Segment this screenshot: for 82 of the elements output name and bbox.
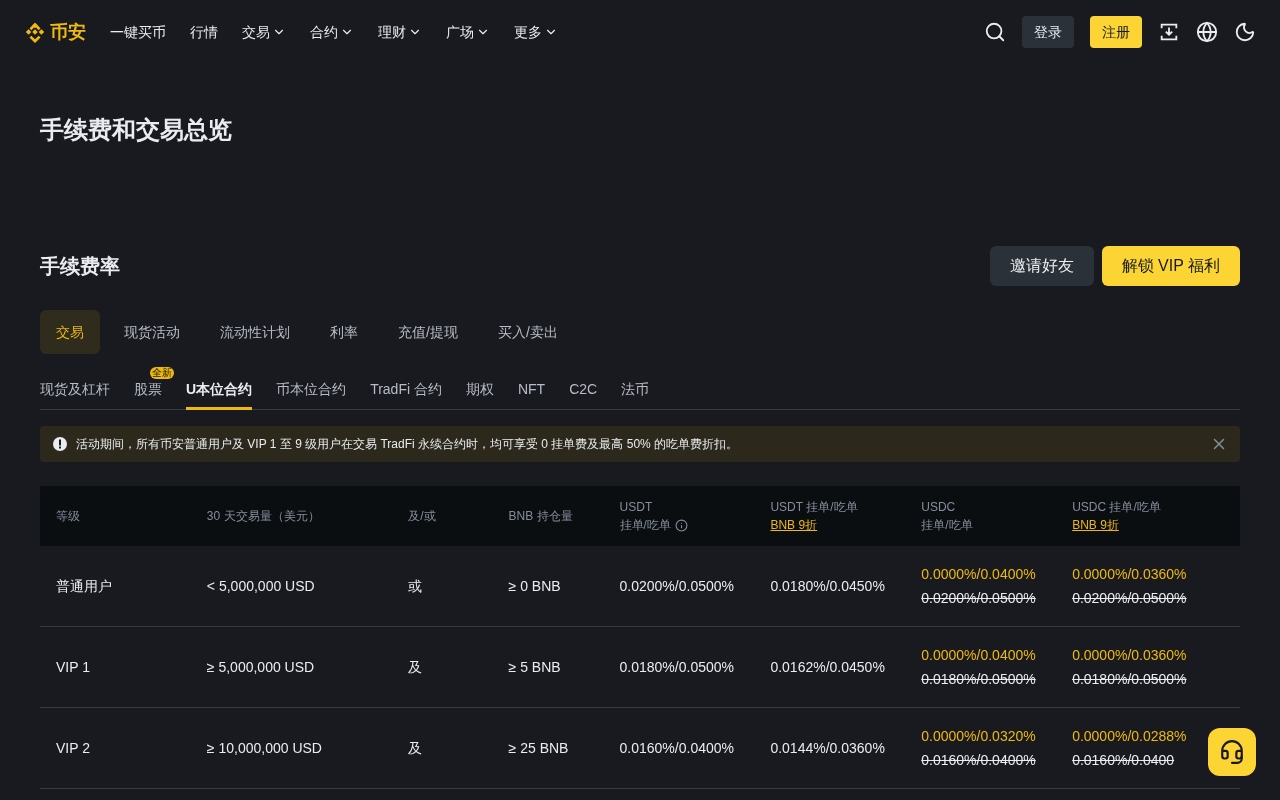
table-cell-text: 普通用户 — [56, 577, 113, 596]
table-cell-text: 0.0160%/0.0400% — [619, 739, 735, 758]
table-cell-text: 及 — [408, 658, 424, 677]
tab[interactable]: 现货活动 — [108, 310, 196, 354]
sub-tab[interactable]: 现货及杠杆 — [40, 379, 110, 410]
table-cell-text: 0.0162%/0.0450% — [770, 658, 886, 677]
discount-link[interactable]: BNB 9折 — [770, 517, 818, 533]
tab[interactable]: 利率 — [314, 310, 374, 354]
original-rate: 0.0200%/0.0500% — [921, 589, 1037, 608]
column-header: 等级 — [56, 508, 81, 524]
headset-icon — [1219, 739, 1245, 765]
sub-tab[interactable]: C2C — [569, 379, 598, 410]
info-icon[interactable] — [674, 518, 688, 532]
action-button[interactable]: 解锁 VIP 福利 — [1101, 246, 1240, 286]
table-cell-text: ≥ 25 BNB — [508, 739, 570, 758]
sub-tab[interactable]: NFT — [517, 379, 546, 410]
table-cell-text: 0.0200%/0.0500% — [619, 577, 735, 596]
alert-icon — [52, 436, 68, 452]
table-cell-text: 0.0180%/0.0450% — [770, 577, 886, 596]
sub-tab[interactable]: 股票 — [134, 379, 162, 410]
register-button[interactable]: 注册 — [1090, 16, 1142, 48]
column-header: 30 天交易量（美元） — [206, 508, 321, 524]
column-header: USDT — [619, 499, 654, 515]
sub-tab[interactable]: U本位合约 — [186, 379, 253, 410]
table-cell-text: 0.0180%/0.0500% — [619, 658, 735, 677]
table-cell-text: ≥ 10,000,000 USD — [206, 739, 323, 758]
discount-rate: 0.0000%/0.0360% — [1072, 565, 1188, 584]
discount-rate: 0.0000%/0.0288% — [1072, 727, 1188, 746]
original-rate: 0.0180%/0.0500% — [1072, 670, 1188, 689]
nav-link[interactable]: 行情 — [190, 22, 218, 42]
nav-link[interactable]: 广场 — [446, 22, 490, 42]
support-button[interactable] — [1208, 728, 1256, 776]
discount-link[interactable]: BNB 9折 — [1072, 517, 1119, 533]
nav-link[interactable]: 理财 — [378, 22, 422, 42]
nav-link[interactable]: 合约 — [310, 22, 354, 42]
alert-text: 活动期间，所有币安普通用户及 VIP 1 至 9 级用户在交易 TradFi 永续合约时，均可享受 0 挂单费及最高 50% 的吃单费折扣。 — [76, 436, 739, 452]
table-cell-text: 0.0144%/0.0360% — [770, 739, 886, 758]
table-cell-text: ≥ 5,000,000 USD — [206, 658, 316, 677]
section-title: 手续费率 — [40, 254, 120, 279]
column-subheader: 挂单/吃单 — [619, 517, 671, 533]
tab[interactable]: 充值/提现 — [382, 310, 474, 354]
column-header: USDC 挂单/吃单 — [1072, 499, 1162, 515]
table-cell-text: ≥ 0 BNB — [508, 577, 562, 596]
table-cell-text: ≥ 5 BNB — [508, 658, 562, 677]
sub-tab[interactable]: 法币 — [621, 379, 650, 410]
tab[interactable]: 流动性计划 — [204, 310, 306, 354]
original-rate: 0.0200%/0.0500% — [1072, 589, 1188, 608]
new-badge: 全新 — [150, 367, 174, 379]
tab[interactable]: 买入/卖出 — [481, 310, 574, 354]
login-button[interactable]: 登录 — [1022, 16, 1074, 48]
table-cell-text: 或 — [408, 577, 424, 596]
discount-rate: 0.0000%/0.0400% — [921, 646, 1037, 665]
column-header: 及/或 — [408, 508, 437, 524]
column-header: USDC — [921, 499, 957, 515]
original-rate: 0.0160%/0.0400 — [1072, 751, 1176, 770]
discount-rate: 0.0000%/0.0320% — [921, 727, 1037, 746]
table-cell-text: < 5,000,000 USD — [206, 577, 316, 596]
nav-link[interactable]: 更多 — [514, 22, 558, 42]
original-rate: 0.0180%/0.0500% — [921, 670, 1037, 689]
sub-tab[interactable]: 币本位合约 — [276, 379, 347, 410]
column-subheader: 挂单/吃单 — [921, 517, 973, 533]
page-title: 手续费和交易总览 — [40, 115, 233, 145]
nav-link[interactable]: 一键买币 — [110, 22, 166, 42]
nav-link[interactable]: 交易 — [242, 22, 286, 42]
discount-rate: 0.0000%/0.0400% — [921, 565, 1037, 584]
column-header: USDT 挂单/吃单 — [770, 499, 859, 515]
logo-text[interactable]: 币安 — [50, 18, 86, 46]
sub-tab[interactable]: TradFi 合约 — [370, 379, 442, 410]
theme-icon[interactable] — [1234, 21, 1256, 43]
logo-icon — [24, 21, 46, 43]
table-cell-text: VIP 2 — [56, 739, 91, 758]
globe-icon[interactable] — [1196, 21, 1218, 43]
search-icon[interactable] — [984, 21, 1006, 43]
sub-tab[interactable]: 期权 — [465, 379, 494, 410]
original-rate: 0.0160%/0.0400% — [921, 751, 1037, 770]
table-cell-text: 及 — [408, 739, 424, 758]
action-button[interactable]: 邀请好友 — [989, 246, 1094, 286]
download-icon[interactable] — [1158, 21, 1180, 43]
tab[interactable]: 交易 — [40, 310, 100, 354]
discount-rate: 0.0000%/0.0360% — [1072, 646, 1188, 665]
table-cell-text: VIP 1 — [56, 658, 91, 677]
column-header: BNB 持仓量 — [508, 508, 574, 524]
